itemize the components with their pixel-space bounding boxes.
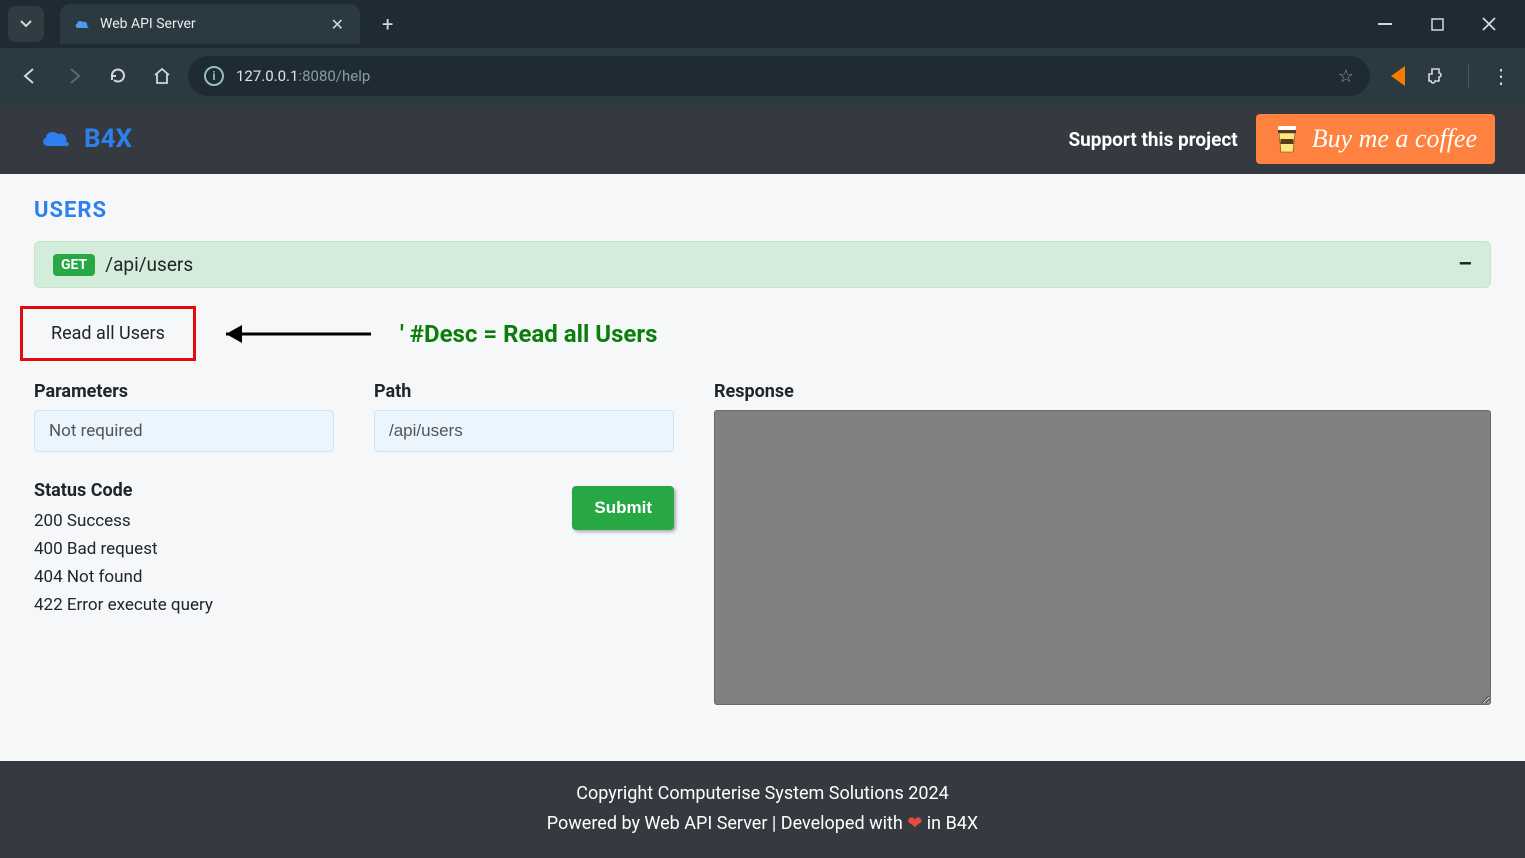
maximize-button[interactable]	[1421, 8, 1453, 40]
tab-title: Web API Server	[100, 16, 321, 32]
status-404: 404 Not found	[34, 563, 334, 591]
response-output[interactable]	[714, 410, 1491, 705]
extensions-button[interactable]	[1424, 64, 1448, 88]
reload-button[interactable]	[100, 58, 136, 94]
footer-copyright: Copyright Computerise System Solutions 2…	[0, 779, 1525, 810]
toolbar-divider	[1468, 64, 1469, 88]
description-highlight: Read all Users	[20, 306, 196, 361]
home-icon	[153, 67, 171, 85]
collapse-icon: –	[1458, 252, 1472, 277]
forward-button[interactable]	[56, 58, 92, 94]
maximize-icon	[1431, 18, 1444, 31]
endpoint-toggle[interactable]: GET /api/users –	[34, 241, 1491, 288]
section-title: USERS	[34, 198, 1491, 223]
site-info-icon[interactable]: i	[204, 66, 224, 86]
new-tab-button[interactable]: +	[382, 12, 393, 36]
address-bar[interactable]: i 127.0.0.1:8080/help ☆	[188, 56, 1370, 96]
endpoint-path: /api/users	[105, 253, 193, 276]
close-icon	[1482, 17, 1496, 31]
cloud-icon	[40, 126, 72, 152]
url-text: 127.0.0.1:8080/help	[236, 67, 370, 85]
support-label: Support this project	[1068, 128, 1237, 151]
description-row: Read all Users ' #Desc = Read all Users	[34, 306, 1491, 361]
browser-toolbar: i 127.0.0.1:8080/help ☆ ⋮	[0, 48, 1525, 104]
endpoint-description: Read all Users	[51, 323, 165, 344]
app-header: B4X Support this project Buy me a coffee	[0, 104, 1525, 174]
page-content: B4X Support this project Buy me a coffee…	[0, 104, 1525, 858]
extension-speaker-icon[interactable]	[1386, 64, 1410, 88]
browser-tab[interactable]: Web API Server ✕	[60, 4, 360, 44]
coffee-cup-icon	[1274, 124, 1300, 154]
tab-search-button[interactable]	[8, 6, 44, 42]
status-code-label: Status Code	[34, 480, 334, 501]
arrow-right-icon	[65, 67, 83, 85]
heart-icon: ❤	[907, 813, 922, 834]
window-titlebar: Web API Server ✕ +	[0, 0, 1525, 48]
minimize-icon	[1378, 23, 1392, 25]
response-label: Response	[714, 381, 1491, 402]
parameters-value: Not required	[34, 410, 334, 452]
menu-button[interactable]: ⋮	[1489, 64, 1513, 88]
parameters-label: Parameters	[34, 381, 334, 402]
chevron-down-icon	[19, 17, 33, 31]
method-badge: GET	[53, 254, 95, 276]
brand-logo[interactable]: B4X	[40, 124, 132, 154]
arrow-left-icon	[21, 67, 39, 85]
footer-powered: Powered by Web API Server | Developed wi…	[0, 809, 1525, 840]
status-200: 200 Success	[34, 507, 334, 535]
submit-button[interactable]: Submit	[572, 486, 674, 530]
bookmark-button[interactable]: ☆	[1338, 66, 1354, 87]
annotation-text: ' #Desc = Read all Users	[400, 320, 658, 348]
puzzle-icon	[1426, 66, 1446, 86]
path-label: Path	[374, 381, 674, 402]
brand-text: B4X	[84, 124, 132, 154]
buy-coffee-button[interactable]: Buy me a coffee	[1256, 114, 1495, 164]
back-button[interactable]	[12, 58, 48, 94]
status-400: 400 Bad request	[34, 535, 334, 563]
home-button[interactable]	[144, 58, 180, 94]
annotation-arrow-icon	[206, 319, 376, 349]
reload-icon	[109, 67, 127, 85]
status-422: 422 Error execute query	[34, 591, 334, 619]
close-button[interactable]	[1473, 8, 1505, 40]
coffee-label: Buy me a coffee	[1312, 124, 1477, 154]
cloud-icon	[74, 16, 90, 32]
page-footer: Copyright Computerise System Solutions 2…	[0, 761, 1525, 858]
tab-close-button[interactable]: ✕	[331, 15, 344, 34]
path-input[interactable]	[374, 410, 674, 452]
minimize-button[interactable]	[1369, 8, 1401, 40]
